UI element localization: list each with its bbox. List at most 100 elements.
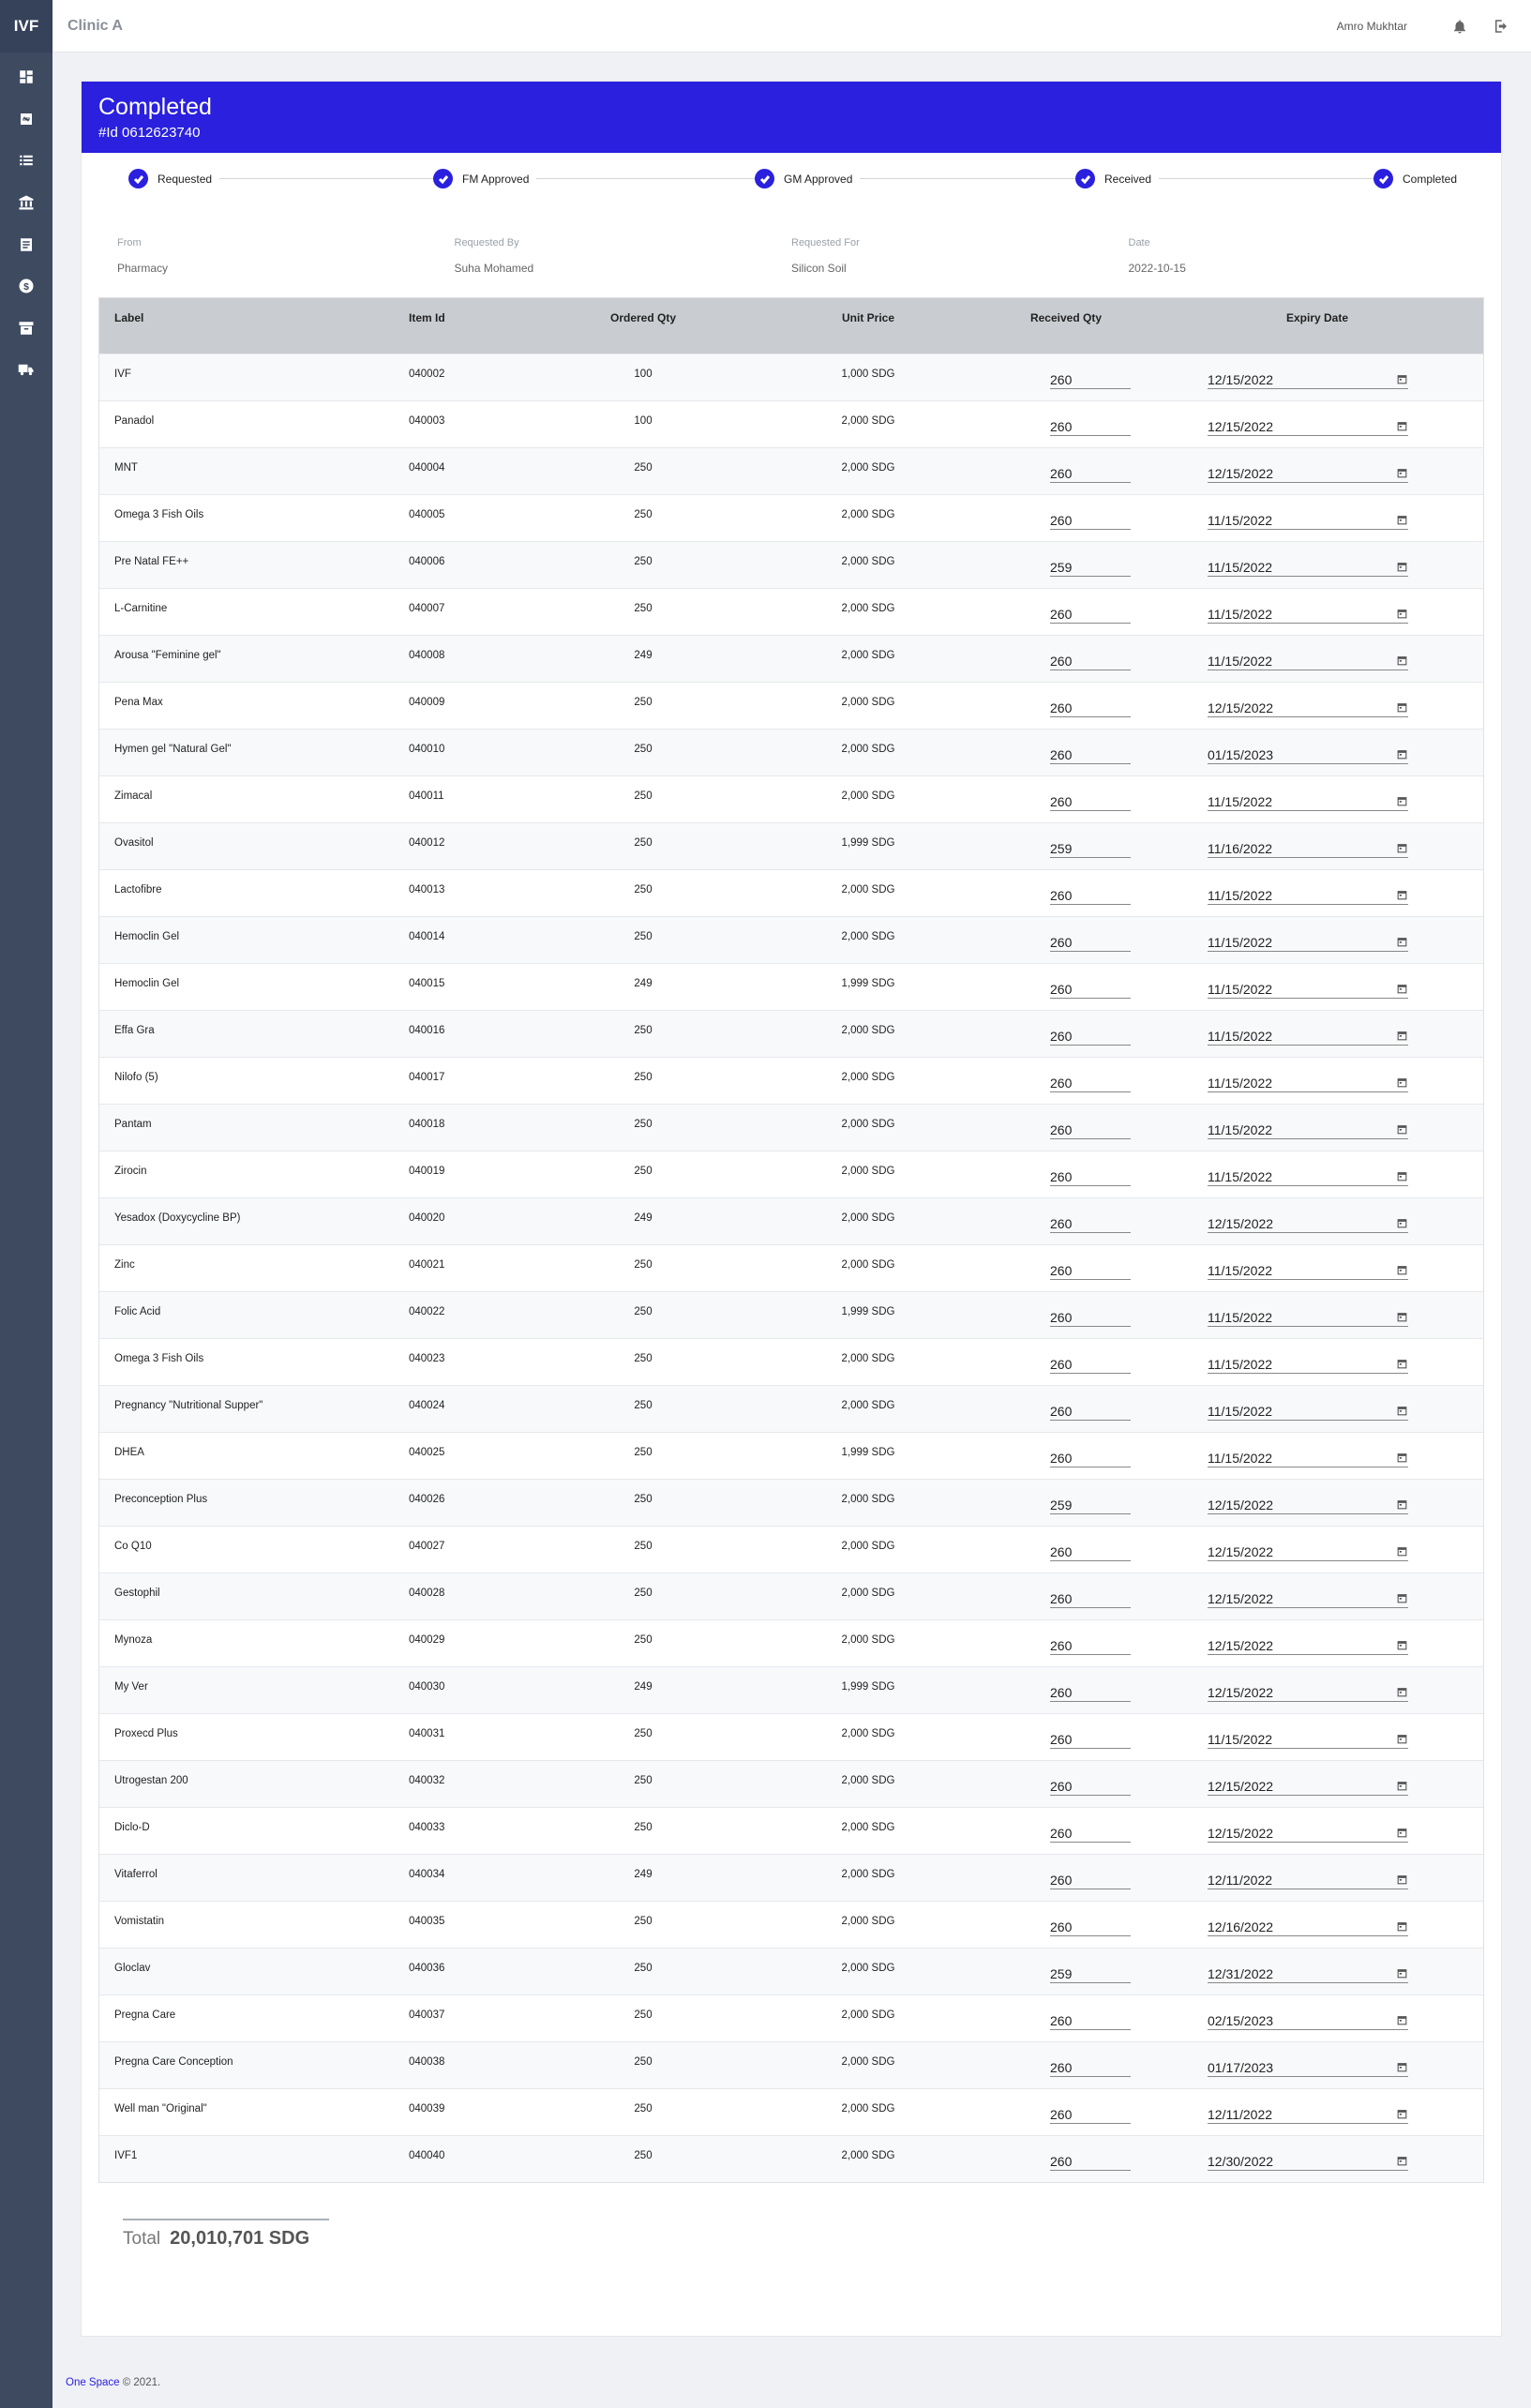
expiry-date-input[interactable]: 11/15/2022 <box>1208 648 1408 670</box>
calendar-icon[interactable] <box>1396 1263 1408 1279</box>
expiry-date-input[interactable]: 12/15/2022 <box>1208 1679 1408 1702</box>
calendar-icon[interactable] <box>1396 372 1408 388</box>
transfer-icon[interactable] <box>0 98 53 141</box>
expiry-date-input[interactable]: 11/15/2022 <box>1208 507 1408 530</box>
bell-icon[interactable] <box>1450 17 1469 36</box>
bank-icon[interactable] <box>0 182 53 224</box>
calendar-icon[interactable] <box>1396 1404 1408 1420</box>
calendar-icon[interactable] <box>1396 1826 1408 1842</box>
expiry-date-input[interactable]: 11/15/2022 <box>1208 929 1408 952</box>
calendar-icon[interactable] <box>1396 888 1408 904</box>
expiry-date-input[interactable]: 01/15/2023 <box>1208 742 1408 764</box>
received-qty-input[interactable]: 260 <box>1050 1445 1131 1467</box>
expiry-date-input[interactable]: 12/15/2022 <box>1208 460 1408 483</box>
received-qty-input[interactable]: 259 <box>1050 1492 1131 1514</box>
received-qty-input[interactable]: 260 <box>1050 789 1131 811</box>
calendar-icon[interactable] <box>1396 1497 1408 1513</box>
calendar-icon[interactable] <box>1396 1685 1408 1701</box>
received-qty-input[interactable]: 260 <box>1050 1023 1131 1046</box>
expiry-date-input[interactable]: 12/15/2022 <box>1208 414 1408 436</box>
expiry-date-input[interactable]: 11/15/2022 <box>1208 554 1408 577</box>
received-qty-input[interactable]: 260 <box>1050 1070 1131 1092</box>
user-name[interactable]: Amro Mukhtar <box>1337 20 1407 33</box>
expiry-date-input[interactable]: 12/31/2022 <box>1208 1961 1408 1983</box>
received-qty-input[interactable]: 260 <box>1050 2148 1131 2171</box>
received-qty-input[interactable]: 260 <box>1050 2054 1131 2077</box>
archive-icon[interactable] <box>0 308 53 350</box>
received-qty-input[interactable]: 260 <box>1050 1633 1131 1655</box>
received-qty-input[interactable]: 260 <box>1050 1351 1131 1374</box>
calendar-icon[interactable] <box>1396 2060 1408 2076</box>
received-qty-input[interactable]: 260 <box>1050 1820 1131 1843</box>
calendar-icon[interactable] <box>1396 700 1408 716</box>
dollar-icon[interactable]: $ <box>0 265 53 308</box>
calendar-icon[interactable] <box>1396 1122 1408 1138</box>
footer-link[interactable]: One Space <box>66 2377 120 2388</box>
calendar-icon[interactable] <box>1396 1544 1408 1560</box>
calendar-icon[interactable] <box>1396 1873 1408 1889</box>
expiry-date-input[interactable]: 12/15/2022 <box>1208 367 1408 389</box>
expiry-date-input[interactable]: 11/15/2022 <box>1208 1351 1408 1374</box>
expiry-date-input[interactable]: 11/15/2022 <box>1208 1726 1408 1749</box>
expiry-date-input[interactable]: 11/15/2022 <box>1208 1304 1408 1327</box>
expiry-date-input[interactable]: 12/11/2022 <box>1208 2101 1408 2124</box>
expiry-date-input[interactable]: 12/15/2022 <box>1208 1586 1408 1608</box>
column-header-ordered-qty[interactable]: Ordered Qty <box>531 298 756 354</box>
expiry-date-input[interactable]: 12/15/2022 <box>1208 1633 1408 1655</box>
truck-icon[interactable] <box>0 349 53 391</box>
received-qty-input[interactable]: 260 <box>1050 929 1131 952</box>
received-qty-input[interactable]: 260 <box>1050 1867 1131 1889</box>
expiry-date-input[interactable]: 11/15/2022 <box>1208 789 1408 811</box>
calendar-icon[interactable] <box>1396 2154 1408 2170</box>
expiry-date-input[interactable]: 12/15/2022 <box>1208 1820 1408 1843</box>
received-qty-input[interactable]: 260 <box>1050 1539 1131 1561</box>
received-qty-input[interactable]: 260 <box>1050 1257 1131 1280</box>
received-qty-input[interactable]: 260 <box>1050 414 1131 436</box>
calendar-icon[interactable] <box>1396 2107 1408 2123</box>
calendar-icon[interactable] <box>1396 1966 1408 1982</box>
column-header-received-qty[interactable]: Received Qty <box>981 298 1151 354</box>
received-qty-input[interactable]: 260 <box>1050 1398 1131 1421</box>
received-qty-input[interactable]: 260 <box>1050 507 1131 530</box>
clinic-name[interactable]: Clinic A <box>68 18 123 35</box>
received-qty-input[interactable]: 260 <box>1050 367 1131 389</box>
brand-logo[interactable]: IVF <box>0 0 53 53</box>
received-qty-input[interactable]: 260 <box>1050 1773 1131 1796</box>
expiry-date-input[interactable]: 02/15/2023 <box>1208 2008 1408 2030</box>
calendar-icon[interactable] <box>1396 466 1408 482</box>
calendar-icon[interactable] <box>1396 982 1408 998</box>
expiry-date-input[interactable]: 12/15/2022 <box>1208 1539 1408 1561</box>
column-header-expiry-date[interactable]: Expiry Date <box>1151 298 1483 354</box>
calendar-icon[interactable] <box>1396 1732 1408 1748</box>
expiry-date-input[interactable]: 12/11/2022 <box>1208 1867 1408 1889</box>
calendar-icon[interactable] <box>1396 794 1408 810</box>
calendar-icon[interactable] <box>1396 1451 1408 1467</box>
received-qty-input[interactable]: 260 <box>1050 695 1131 717</box>
column-header-item-id[interactable]: Item Id <box>409 298 531 354</box>
expiry-date-input[interactable]: 11/15/2022 <box>1208 1117 1408 1139</box>
expiry-date-input[interactable]: 12/15/2022 <box>1208 1211 1408 1233</box>
calendar-icon[interactable] <box>1396 1591 1408 1607</box>
received-qty-input[interactable]: 260 <box>1050 1586 1131 1608</box>
expiry-date-input[interactable]: 11/15/2022 <box>1208 1023 1408 1046</box>
calendar-icon[interactable] <box>1396 2013 1408 2029</box>
expiry-date-input[interactable]: 11/15/2022 <box>1208 1445 1408 1467</box>
received-qty-input[interactable]: 260 <box>1050 882 1131 905</box>
calendar-icon[interactable] <box>1396 1779 1408 1795</box>
received-qty-input[interactable]: 260 <box>1050 1914 1131 1936</box>
expiry-date-input[interactable]: 01/17/2023 <box>1208 2054 1408 2077</box>
expiry-date-input[interactable]: 11/15/2022 <box>1208 601 1408 624</box>
received-qty-input[interactable]: 259 <box>1050 554 1131 577</box>
received-qty-input[interactable]: 259 <box>1050 835 1131 858</box>
calendar-icon[interactable] <box>1396 1638 1408 1654</box>
expiry-date-input[interactable]: 12/15/2022 <box>1208 1773 1408 1796</box>
calendar-icon[interactable] <box>1396 1310 1408 1326</box>
calendar-icon[interactable] <box>1396 935 1408 951</box>
document-icon[interactable] <box>0 223 53 265</box>
received-qty-input[interactable]: 260 <box>1050 1211 1131 1233</box>
expiry-date-input[interactable]: 11/16/2022 <box>1208 835 1408 858</box>
expiry-date-input[interactable]: 12/16/2022 <box>1208 1914 1408 1936</box>
received-qty-input[interactable]: 260 <box>1050 1679 1131 1702</box>
calendar-icon[interactable] <box>1396 419 1408 435</box>
received-qty-input[interactable]: 260 <box>1050 2101 1131 2124</box>
